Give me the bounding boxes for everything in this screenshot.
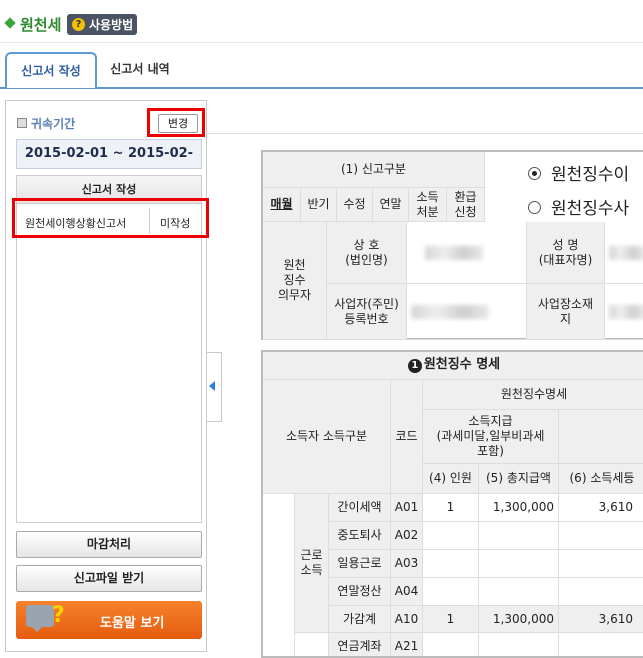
count-header: (4) 인원	[423, 464, 479, 494]
report-type-half[interactable]: 반기	[301, 188, 337, 222]
row-count-a02[interactable]	[423, 522, 479, 550]
download-report-file-button[interactable]: 신고파일 받기	[16, 565, 202, 592]
payment-header: 소득지급 (과세미달,일부비과세 포함)	[423, 410, 559, 464]
row-code-a01: A01	[391, 494, 423, 522]
radio-option-1-label: 원천징수이	[551, 165, 630, 185]
tab-report-history[interactable]: 신고서 내역	[104, 52, 176, 88]
redacted-value	[609, 305, 643, 319]
code-header: 코드	[391, 380, 423, 494]
highlight-change-button	[147, 108, 205, 137]
radio-unchecked-icon	[528, 200, 541, 214]
collapse-panel-toggle[interactable]	[206, 352, 222, 422]
page-header: 원천세 ? 사용방법	[0, 0, 643, 44]
question-mark-icon: ?	[52, 603, 65, 628]
row-count-a01[interactable]: 1	[423, 494, 479, 522]
row-code-a03: A03	[391, 550, 423, 578]
usage-help-label: 사용방법	[89, 18, 134, 32]
period-label: 귀속기간	[31, 117, 76, 131]
row-total-a21[interactable]	[479, 633, 559, 656]
radio-checked-icon	[528, 166, 541, 180]
withholder-label: 원천 징수 의무자	[263, 222, 327, 340]
highlight-report-row	[12, 198, 209, 238]
row-tax-a21[interactable]	[559, 633, 643, 656]
earned-income-group: 근로 소득	[295, 494, 329, 633]
redacted-value	[411, 305, 489, 319]
row-total-a03[interactable]	[479, 550, 559, 578]
row-total-a04[interactable]	[479, 578, 559, 606]
row-count-a04[interactable]	[423, 578, 479, 606]
detail-title: 1 원천징수 명세	[263, 352, 643, 380]
header-divider	[0, 42, 643, 43]
row-code-a21: A21	[391, 633, 423, 656]
title-diamond-icon	[4, 17, 16, 29]
speech-bubble-icon	[26, 605, 54, 632]
usage-help-button[interactable]: ? 사용방법	[67, 14, 137, 35]
radio-option-1[interactable]: 원천징수이	[528, 160, 629, 185]
detail-title-text: 원천징수 명세	[423, 357, 501, 373]
representative-label: 성 명 (대표자명)	[527, 222, 605, 284]
row-count-a21[interactable]	[423, 633, 479, 656]
redacted-value	[609, 246, 643, 260]
radio-option-2[interactable]: 원천징수사	[528, 194, 629, 219]
report-type-refund[interactable]: 환급 신청	[447, 188, 485, 222]
row-total-a01[interactable]: 1,300,000	[479, 494, 559, 522]
withholding-subheader: 원천징수명세	[423, 380, 643, 410]
report-type-monthly[interactable]: 매월	[263, 188, 301, 222]
redacted-value	[425, 246, 483, 260]
group-spacer	[295, 633, 329, 656]
income-type-header: 소득자 소득구분	[263, 380, 391, 494]
side-spacer	[263, 494, 295, 656]
row-label-a01: 간이세액	[329, 494, 391, 522]
radio-option-2-label: 원천징수사	[551, 199, 630, 219]
total-header: (5) 총지급액	[479, 464, 559, 494]
bizno-value	[407, 284, 527, 340]
row-total-a10: 1,300,000	[479, 606, 559, 633]
row-tax-a10: 3,610	[559, 606, 643, 633]
row-count-a10: 1	[423, 606, 479, 633]
company-name-value	[407, 222, 527, 284]
row-label-a04: 연말정산	[329, 578, 391, 606]
withholding-detail-table: 1 원천징수 명세 소득자 소득구분 코드 원천징수명세 소득지급 (과세미달,일…	[261, 350, 643, 658]
address-label: 사업장소재 지	[527, 284, 605, 340]
payment-header-ext	[559, 410, 643, 464]
tab-bar: 신고서 작성 신고서 내역	[0, 52, 643, 88]
help-view-button[interactable]: ? 도움말 보기	[16, 601, 202, 639]
report-type-title: (1) 신고구분	[263, 152, 485, 188]
close-processing-button[interactable]: 마감처리	[16, 531, 202, 558]
row-label-a03: 일용근로	[329, 550, 391, 578]
period-value: 2015-02-01 ~ 2015-02-28	[16, 139, 202, 189]
row-code-a10: A10	[391, 606, 423, 633]
number-one-icon: 1	[407, 358, 422, 373]
content-divider	[207, 133, 643, 134]
tax-header: (6) 소득세등	[559, 464, 643, 494]
list-icon	[17, 118, 27, 128]
row-tax-a04[interactable]	[559, 578, 643, 606]
company-name-label: 상 호 (법인명)	[327, 222, 407, 284]
report-type-amend[interactable]: 수정	[337, 188, 373, 222]
row-label-a10: 가감계	[329, 606, 391, 633]
representative-value	[605, 222, 643, 284]
report-type-yearend[interactable]: 연말	[373, 188, 409, 222]
question-icon: ?	[72, 18, 85, 31]
row-total-a02[interactable]	[479, 522, 559, 550]
row-tax-a01[interactable]: 3,610	[559, 494, 643, 522]
row-code-a02: A02	[391, 522, 423, 550]
report-type-form: (1) 신고구분 매월 반기 수정 연말 소득 처분 환급 신청 원천징수이 원…	[261, 150, 643, 340]
report-type-income-disposal[interactable]: 소득 처분	[409, 188, 447, 222]
row-code-a04: A04	[391, 578, 423, 606]
bizno-label: 사업자(주민) 등록번호	[327, 284, 407, 340]
tab-write-report[interactable]: 신고서 작성	[5, 52, 97, 88]
row-tax-a02[interactable]	[559, 522, 643, 550]
row-label-a21: 연금계좌	[329, 633, 391, 656]
address-value	[605, 284, 643, 340]
left-panel: 귀속기간 변경 2015-02-01 ~ 2015-02-28 신고서 작성 원…	[5, 100, 207, 652]
page-title: 원천세	[20, 16, 62, 34]
row-label-a02: 중도퇴사	[329, 522, 391, 550]
row-count-a03[interactable]	[423, 550, 479, 578]
row-tax-a03[interactable]	[559, 550, 643, 578]
help-view-label: 도움말 보기	[100, 616, 165, 631]
